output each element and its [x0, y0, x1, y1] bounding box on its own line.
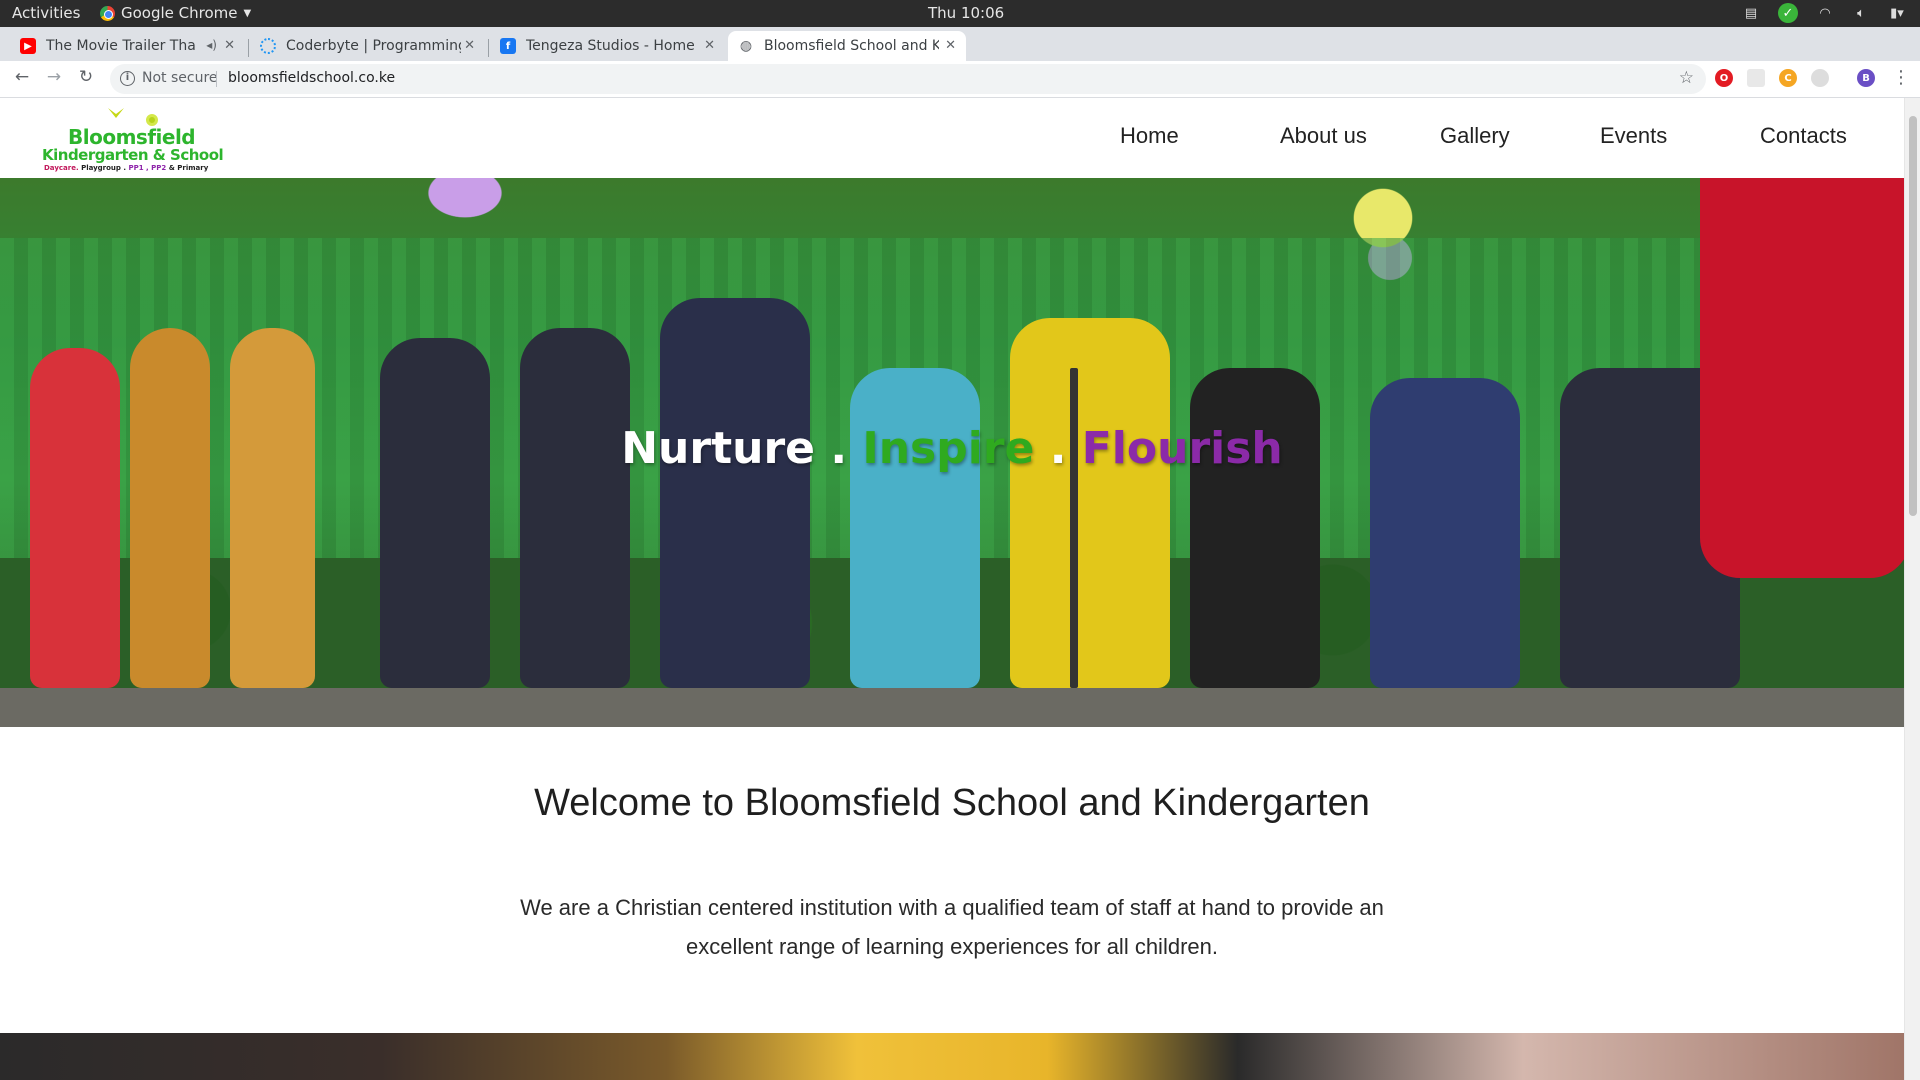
facebook-icon: f	[500, 38, 516, 54]
hero-figure	[1010, 318, 1170, 688]
bookmark-star-icon[interactable]: ☆	[1679, 68, 1694, 88]
hero-tagline: Nurture . Inspire . Flourish	[0, 423, 1904, 474]
tagline-dot: .	[1049, 423, 1067, 474]
tab-title: Coderbyte | Programming	[286, 38, 461, 54]
volume-icon[interactable]: 🔈︎	[1852, 4, 1870, 22]
tab-tengeza[interactable]: f Tengeza Studios - Home ✕	[490, 31, 725, 61]
toolbar: ← → ↻ i Not secure bloomsfieldschool.co.…	[0, 61, 1920, 98]
site-header: Bloomsfield Kindergarten & School Daycar…	[0, 98, 1904, 178]
logo-tag-playgroup: Playgroup .	[81, 164, 127, 172]
nav-home[interactable]: Home	[1120, 123, 1179, 149]
tab-strip: ▶ The Movie Trailer That ◂) ✕ Coderbyte …	[0, 27, 1920, 82]
hero-figure	[850, 368, 980, 688]
microphone-stand	[1070, 368, 1078, 688]
scrollbar-thumb[interactable]	[1909, 116, 1917, 516]
hero-figure	[1700, 178, 1904, 578]
next-section-image	[0, 1033, 1904, 1080]
tab-separator	[248, 39, 249, 57]
welcome-heading: Welcome to Bloomsfield School and Kinder…	[534, 782, 1370, 824]
loading-icon	[260, 38, 276, 54]
url-text[interactable]: bloomsfieldschool.co.ke	[228, 70, 395, 86]
close-icon[interactable]: ✕	[224, 38, 235, 53]
logo-tag-pp: PP1 , PP2	[128, 164, 167, 172]
activities-button[interactable]: Activities	[12, 4, 80, 22]
youtube-icon: ▶	[20, 38, 36, 54]
hero-figure	[380, 338, 490, 688]
nav-events[interactable]: Events	[1600, 123, 1667, 149]
wifi-icon[interactable]: ◠	[1816, 4, 1834, 22]
tagline-dot: .	[830, 423, 848, 474]
hero-figure	[130, 328, 210, 688]
close-icon[interactable]: ✕	[704, 38, 715, 53]
menu-kebab-icon[interactable]: ⋮	[1892, 67, 1910, 88]
profile-avatar[interactable]: B	[1857, 69, 1875, 87]
update-ok-icon[interactable]: ✓	[1778, 3, 1798, 23]
hero-figure	[520, 328, 630, 688]
logo-tag-primary: & Primary	[168, 164, 209, 172]
speaker-icon[interactable]: ◂)	[206, 38, 217, 52]
chevron-down-icon: ▼	[243, 7, 252, 19]
logo-tag-daycare: Daycare.	[44, 164, 79, 172]
hero-photo-stage	[0, 688, 1904, 727]
clock[interactable]: Thu 10:06	[928, 4, 1004, 22]
forward-button[interactable]: →	[42, 67, 66, 87]
divider	[216, 71, 217, 87]
globe-icon: ◍	[739, 38, 753, 54]
close-icon[interactable]: ✕	[945, 38, 956, 53]
intro-paragraph: We are a Christian centered institution …	[520, 895, 1384, 959]
extension-icon[interactable]	[1747, 69, 1765, 87]
hero-figure	[1190, 368, 1320, 688]
nav-contacts[interactable]: Contacts	[1760, 123, 1847, 149]
info-icon[interactable]: i	[120, 71, 135, 86]
scrollbar[interactable]	[1904, 98, 1920, 1080]
app-menu-label: Google Chrome	[121, 4, 238, 22]
logo-line2: Kindergarten & School	[42, 146, 224, 164]
logo-tagline: Daycare. Playgroup . PP1 , PP2 & Primary	[44, 164, 208, 172]
tagline-nurture: Nurture	[621, 423, 815, 474]
notes-icon[interactable]: ▤	[1742, 4, 1760, 22]
close-icon[interactable]: ✕	[464, 38, 475, 53]
coupon-extension-icon[interactable]: C	[1779, 69, 1797, 87]
opera-extension-icon[interactable]: O	[1715, 69, 1733, 87]
nav-about-us[interactable]: About us	[1280, 123, 1367, 149]
hero-figure	[660, 298, 810, 688]
reload-button[interactable]: ↻	[74, 67, 98, 87]
address-bar[interactable]: i Not secure bloomsfieldschool.co.ke ☆	[110, 64, 1706, 94]
tagline-inspire: Inspire	[862, 423, 1035, 474]
hero-figure	[30, 348, 120, 688]
hero-banner: Nurture . Inspire . Flourish	[0, 178, 1904, 727]
tab-title: Bloomsfield School and K	[764, 38, 939, 54]
back-button[interactable]: ←	[10, 67, 34, 87]
os-top-bar: Activities Google Chrome ▼ Thu 10:06 ▤ ✓…	[0, 0, 1920, 27]
tagline-flourish: Flourish	[1081, 423, 1283, 474]
tab-title: Tengeza Studios - Home	[526, 38, 695, 54]
security-label[interactable]: Not secure	[142, 70, 218, 86]
tab-title: The Movie Trailer That	[46, 38, 196, 54]
app-menu[interactable]: Google Chrome ▼	[100, 4, 251, 22]
hero-figure	[230, 328, 315, 688]
tab-youtube[interactable]: ▶ The Movie Trailer That ◂) ✕	[10, 31, 245, 61]
extension-icon-2[interactable]	[1811, 69, 1829, 87]
bird-icon	[108, 108, 124, 118]
site-logo[interactable]: Bloomsfield Kindergarten & School Daycar…	[40, 108, 224, 172]
tab-separator	[488, 39, 489, 57]
web-page: Bloomsfield Kindergarten & School Daycar…	[0, 98, 1904, 1080]
tab-bloomsfield[interactable]: ◍ Bloomsfield School and K ✕	[728, 31, 966, 61]
tab-coderbyte[interactable]: Coderbyte | Programming ✕	[250, 31, 485, 61]
system-tray: ▤ ✓ ◠ 🔈︎ ▮▾	[1742, 3, 1906, 23]
battery-icon[interactable]: ▮▾	[1888, 4, 1906, 22]
nav-gallery[interactable]: Gallery	[1440, 123, 1510, 149]
chrome-icon	[100, 5, 115, 21]
